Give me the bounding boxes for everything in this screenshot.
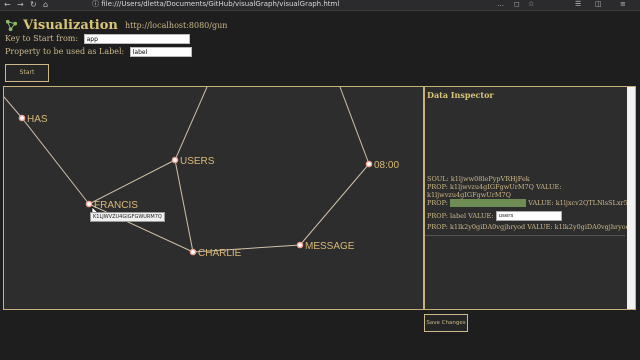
inspector-prop-3: PROP: k1lk2y0giDA0vgjhryod VALUE: k1lk2y… <box>427 223 630 231</box>
reload-icon[interactable]: ↻ <box>30 0 37 9</box>
sidebar-icon[interactable]: ◫ <box>595 0 602 9</box>
node-label-users: USERS <box>180 156 215 167</box>
inspector-label-prop: PROP: label VALUE: users <box>427 211 623 221</box>
edge-0800-offscreen <box>339 87 370 165</box>
key-input[interactable] <box>83 34 190 44</box>
page-title: Visualization <box>23 18 118 33</box>
property-field-row: Property to be used as Label: <box>5 47 192 57</box>
prop-2-key-highlighted[interactable]: k1ljxcv2QTLNlsSLxr56 <box>450 199 527 207</box>
node-label-message: MESSAGE <box>305 241 355 252</box>
pocket-icon[interactable]: ◻ <box>514 0 520 9</box>
label-prop-prefix: PROP: label VALUE: <box>427 212 494 220</box>
back-arrow-icon[interactable]: ← <box>4 0 11 9</box>
edge-users-charlie <box>174 159 194 253</box>
graph-edges <box>4 87 370 253</box>
inspector-divider <box>425 235 625 236</box>
library-icon[interactable]: ☰ <box>575 0 581 9</box>
label-value-input[interactable]: users <box>495 211 562 221</box>
graph-node-users[interactable]: USERS <box>171 156 215 167</box>
url-text: file:///Users/dletta/Documents/GitHub/vi… <box>101 0 340 8</box>
graph-node-0800[interactable]: 08:00 <box>365 160 399 171</box>
page-actions-button[interactable]: … <box>497 0 504 9</box>
data-inspector-panel: Data Inspector SOUL: k1ljww08lePypVRHjFe… <box>424 86 636 310</box>
info-icon: ⓘ <box>92 0 99 8</box>
forward-arrow-icon[interactable]: → <box>17 0 24 9</box>
page-header: Visualization http://localhost:8080/gun <box>5 15 228 33</box>
prop-2-value: k1ljxcv2QTLNlsSLxr56 <box>555 199 632 207</box>
node-tooltip: K1LJWVZU4GIGFGWURM7Q <box>90 212 165 222</box>
key-label: Key to Start from: <box>5 34 79 43</box>
server-url: http://localhost:8080/gun <box>124 21 228 30</box>
edge-message-0800 <box>299 163 370 246</box>
inspector-title: Data Inspector <box>427 90 494 100</box>
key-field-row: Key to Start from: <box>5 34 190 44</box>
address-bar[interactable]: ⓘ file:///Users/dletta/Documents/GitHub/… <box>92 0 532 9</box>
edge-has-offscreen <box>4 96 23 119</box>
node-label-has: HAS <box>27 114 48 125</box>
edge-has-francis <box>21 117 90 205</box>
node-label-0800: 08:00 <box>374 160 399 171</box>
property-input[interactable] <box>129 47 192 57</box>
bookmark-star-icon[interactable]: ☆ <box>528 0 534 9</box>
home-icon[interactable]: ⌂ <box>43 0 48 9</box>
menu-icon[interactable]: ≡ <box>620 0 626 9</box>
graph-logo-icon <box>5 19 18 32</box>
property-label: Property to be used as Label: <box>5 47 125 56</box>
graph-node-message[interactable]: MESSAGE <box>296 241 355 252</box>
start-button[interactable]: Start <box>5 64 49 82</box>
edge-users-offscreen <box>174 87 208 161</box>
inspector-scrollbar[interactable] <box>627 87 635 309</box>
prop-2-mid: VALUE: <box>528 199 554 207</box>
node-label-charlie: CHARLIE <box>198 248 242 259</box>
prop-2-prefix: PROP: <box>427 199 448 207</box>
graph-canvas[interactable]: HAS USERS FRANCIS CHARLIE MESSAGE 08:00 … <box>3 86 424 310</box>
edge-francis-users <box>88 159 176 205</box>
save-changes-button[interactable]: Save Changes <box>424 314 468 332</box>
graph-node-charlie[interactable]: CHARLIE <box>189 248 242 259</box>
graph-node-has[interactable]: HAS <box>18 114 48 125</box>
browser-toolbar: ← → ↻ ⌂ ⓘ file:///Users/dletta/Documents… <box>0 0 640 11</box>
node-label-francis: FRANCIS <box>94 200 138 211</box>
graph-svg[interactable]: HAS USERS FRANCIS CHARLIE MESSAGE 08:00 <box>4 87 423 309</box>
inspector-prop-2: PROP: k1ljxcv2QTLNlsSLxr56 VALUE: k1ljxc… <box>427 199 632 208</box>
